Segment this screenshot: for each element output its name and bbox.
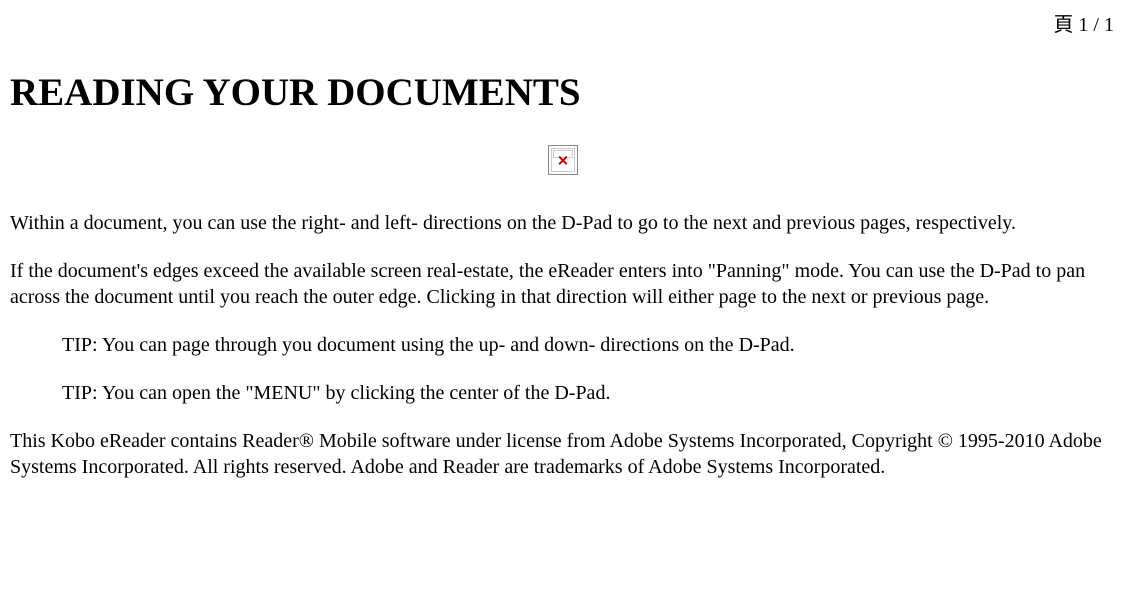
page-indicator: 頁 1 / 1 [1053, 8, 1114, 37]
tip-menu: TIP: You can open the "MENU" by clicking… [62, 380, 1116, 406]
document-title: READING YOUR DOCUMENTS [10, 70, 1116, 115]
paragraph-license: This Kobo eReader contains Reader® Mobil… [10, 428, 1116, 480]
tips-block: TIP: You can page through you document u… [62, 332, 1116, 406]
paragraph-navigation: Within a document, you can use the right… [10, 210, 1116, 236]
tip-paging: TIP: You can page through you document u… [62, 332, 1116, 358]
image-placeholder-container: ✕ [10, 145, 1116, 180]
broken-image-icon: ✕ [548, 145, 578, 175]
paragraph-panning: If the document's edges exceed the avail… [10, 258, 1116, 310]
